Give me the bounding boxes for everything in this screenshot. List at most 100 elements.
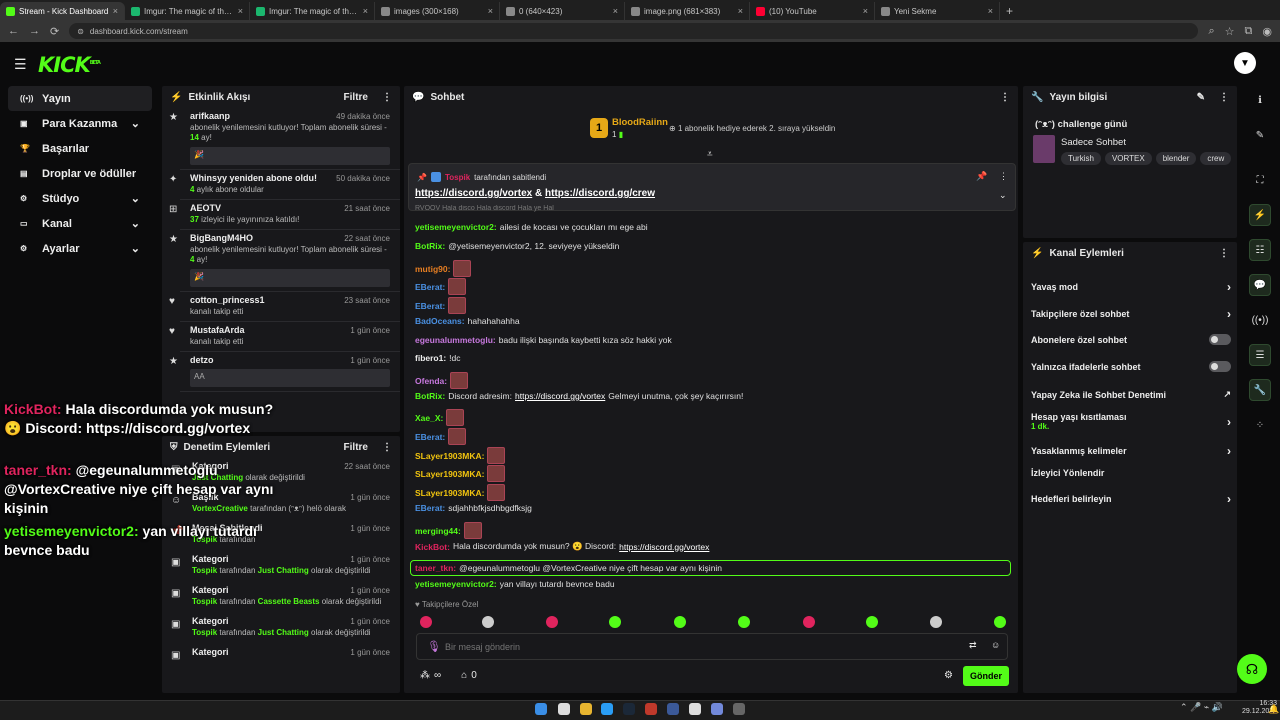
browser-tab[interactable]: images (300×168) × [375, 2, 500, 20]
bolt-icon[interactable]: ⚡ [1249, 204, 1271, 226]
chat-username[interactable]: yetisemeyenvictor2: [415, 579, 497, 589]
store-icon[interactable]: ⌂ [461, 670, 467, 681]
unpin-icon[interactable]: 📌 [976, 171, 987, 182]
emote-icon[interactable] [866, 616, 878, 628]
stream-tag[interactable]: blender [1155, 152, 1197, 165]
taskbar-app-icon[interactable] [667, 703, 679, 715]
channel-action[interactable]: Yalnızca ifadelerle sohbet [1031, 361, 1231, 372]
emote-icon[interactable] [738, 616, 750, 628]
close-tab-icon[interactable]: × [113, 6, 118, 16]
toggle-switch[interactable] [1209, 334, 1231, 345]
moderation-event[interactable]: ▣ Kategori 1 gün önce [171, 644, 400, 663]
notification-icon[interactable]: 🔔 [1268, 704, 1279, 715]
chat-username[interactable]: KickBot: [415, 542, 450, 552]
taskbar-app-icon[interactable] [580, 703, 592, 715]
chevron-right-icon[interactable]: › [1227, 307, 1231, 321]
chat-username[interactable]: BotRix: [415, 241, 445, 251]
more-icon[interactable]: ⋮ [382, 92, 392, 103]
list-icon[interactable]: ☰ [1249, 344, 1271, 366]
bookmark-star-icon[interactable]: ☆ [1225, 25, 1235, 38]
chevron-down-icon[interactable]: ⌄ [131, 117, 140, 130]
browser-tab[interactable]: (10) YouTube × [750, 2, 875, 20]
chat-username[interactable]: EBerat: [415, 503, 445, 513]
emote-icon[interactable] [482, 616, 494, 628]
chat-link[interactable]: https://discord.gg/vortex [619, 542, 709, 552]
emote-icon[interactable] [546, 616, 558, 628]
browser-tab[interactable]: Stream - Kick Dashboard × [0, 2, 125, 20]
emoji-icon[interactable]: ☺ [991, 640, 1000, 650]
sidebar-item-5[interactable]: ▭ Kanal ⌄ [8, 211, 152, 236]
chat-username[interactable]: egeunalummetoglu: [415, 335, 496, 345]
info-icon[interactable]: ℹ [1249, 89, 1271, 111]
send-button[interactable]: Gönder [963, 666, 1009, 686]
browser-tab[interactable]: Imgur: The magic of the Interne× [250, 2, 375, 20]
more-icon[interactable]: ⋮ [1219, 92, 1229, 103]
translate-icon[interactable]: ⇄ [969, 640, 977, 651]
taskbar-app-icon[interactable] [689, 703, 701, 715]
taskbar-app-icon[interactable] [623, 703, 635, 715]
taskbar-app-icon[interactable] [733, 703, 745, 715]
pinned-link-2[interactable]: https://discord.gg/crew [545, 188, 655, 199]
browser-tab[interactable]: image.png (681×383) × [625, 2, 750, 20]
stream-tag[interactable]: Turkish [1061, 152, 1101, 165]
close-tab-icon[interactable]: × [738, 6, 743, 16]
chat-username[interactable]: BadOceans: [415, 316, 465, 326]
edit-icon[interactable]: ✎ [1197, 92, 1205, 103]
chat-username[interactable]: Xae_X: [415, 413, 443, 423]
grid-icon[interactable]: ⁘ [1249, 414, 1271, 436]
notes-icon[interactable]: ☷ [1249, 239, 1271, 261]
chat-username[interactable]: EBerat: [415, 301, 445, 311]
channel-action[interactable]: İzleyici Yönlendir [1031, 468, 1231, 478]
activity-event[interactable]: ✦ Whinsyy yeniden abone oldu! 50 dakika ön… [169, 170, 400, 200]
activity-filter-button[interactable]: Filtre [344, 92, 368, 103]
sidebar-item-1[interactable]: ▣ Para Kazanma ⌄ [8, 111, 152, 136]
emote-icon[interactable] [803, 616, 815, 628]
new-tab-button[interactable]: + [1000, 4, 1019, 20]
emote-icon[interactable] [609, 616, 621, 628]
activity-event[interactable]: ★ detzo 1 gün önce ΑΑ [169, 352, 400, 392]
sidebar-item-0[interactable]: ((•)) Yayın [8, 86, 152, 111]
chat-icon[interactable]: 💬 [1249, 274, 1271, 296]
emote-icon[interactable] [930, 616, 942, 628]
activity-event[interactable]: ♥ cotton_princess1 23 saat önce kanalı taki… [169, 292, 400, 322]
sidebar-item-3[interactable]: ▤ Droplar ve ödüller [8, 161, 152, 186]
chat-username[interactable]: taner_tkn: [415, 563, 456, 573]
close-tab-icon[interactable]: × [488, 6, 493, 16]
taskbar-app-icon[interactable] [535, 703, 547, 715]
kick-logo[interactable]: KICKBETA [38, 53, 101, 77]
emote-icon[interactable] [994, 616, 1006, 628]
chevron-down-icon[interactable]: ⌄ [999, 190, 1007, 201]
more-icon[interactable]: ⋮ [382, 442, 392, 453]
broadcast-icon[interactable]: ((•)) [1249, 309, 1271, 331]
channel-action[interactable]: Hesap yaşı kısıtlaması 1 dk. › [1031, 412, 1231, 431]
toggle-switch[interactable] [1209, 361, 1231, 372]
chat-username[interactable]: EBerat: [415, 432, 445, 442]
chat-username[interactable]: Ofenda: [415, 376, 447, 386]
chat-username[interactable]: fibero1: [415, 353, 446, 363]
taskbar-app-icon[interactable] [711, 703, 723, 715]
chevron-right-icon[interactable]: › [1227, 492, 1231, 506]
fullscreen-icon[interactable]: ⛶ [1249, 169, 1271, 191]
chat-username[interactable]: SLayer1903MKA: [415, 451, 484, 461]
browser-tab[interactable]: 0 (640×423) × [500, 2, 625, 20]
chat-username[interactable]: SLayer1903MKA: [415, 488, 484, 498]
more-icon[interactable]: ⋮ [1219, 248, 1229, 259]
activity-event[interactable]: ♥ MustafaArda 1 gün önce kanalı takip etti [169, 322, 400, 352]
close-tab-icon[interactable]: × [613, 6, 618, 16]
close-tab-icon[interactable]: × [988, 6, 993, 16]
users-icon[interactable]: ⁂ [420, 670, 430, 681]
mic-icon[interactable]: 🎙 [427, 640, 441, 653]
activity-event[interactable]: ⊞ AEOTV 21 saat önce 37 izleyici ile yayını… [169, 200, 400, 230]
zoom-icon[interactable]: ⌕ [1208, 25, 1214, 38]
edit-icon[interactable]: ✎ [1249, 124, 1271, 146]
more-icon[interactable]: ⋮ [999, 171, 1008, 182]
taskbar-app-icon[interactable] [601, 703, 613, 715]
close-tab-icon[interactable]: × [238, 6, 243, 16]
chat-input-box[interactable]: 🎙 ⇄ ☺ [416, 633, 1008, 660]
emote-icon[interactable] [420, 616, 432, 628]
chat-username[interactable]: yetisemeyenvictor2: [415, 222, 497, 232]
sidebar-item-6[interactable]: ⚙ Ayarlar ⌄ [8, 236, 152, 261]
more-icon[interactable]: ⋮ [1000, 92, 1010, 103]
chevron-right-icon[interactable]: › [1227, 444, 1231, 458]
channel-action[interactable]: Yapay Zeka ile Sohbet Denetimi ↗ [1031, 389, 1231, 400]
